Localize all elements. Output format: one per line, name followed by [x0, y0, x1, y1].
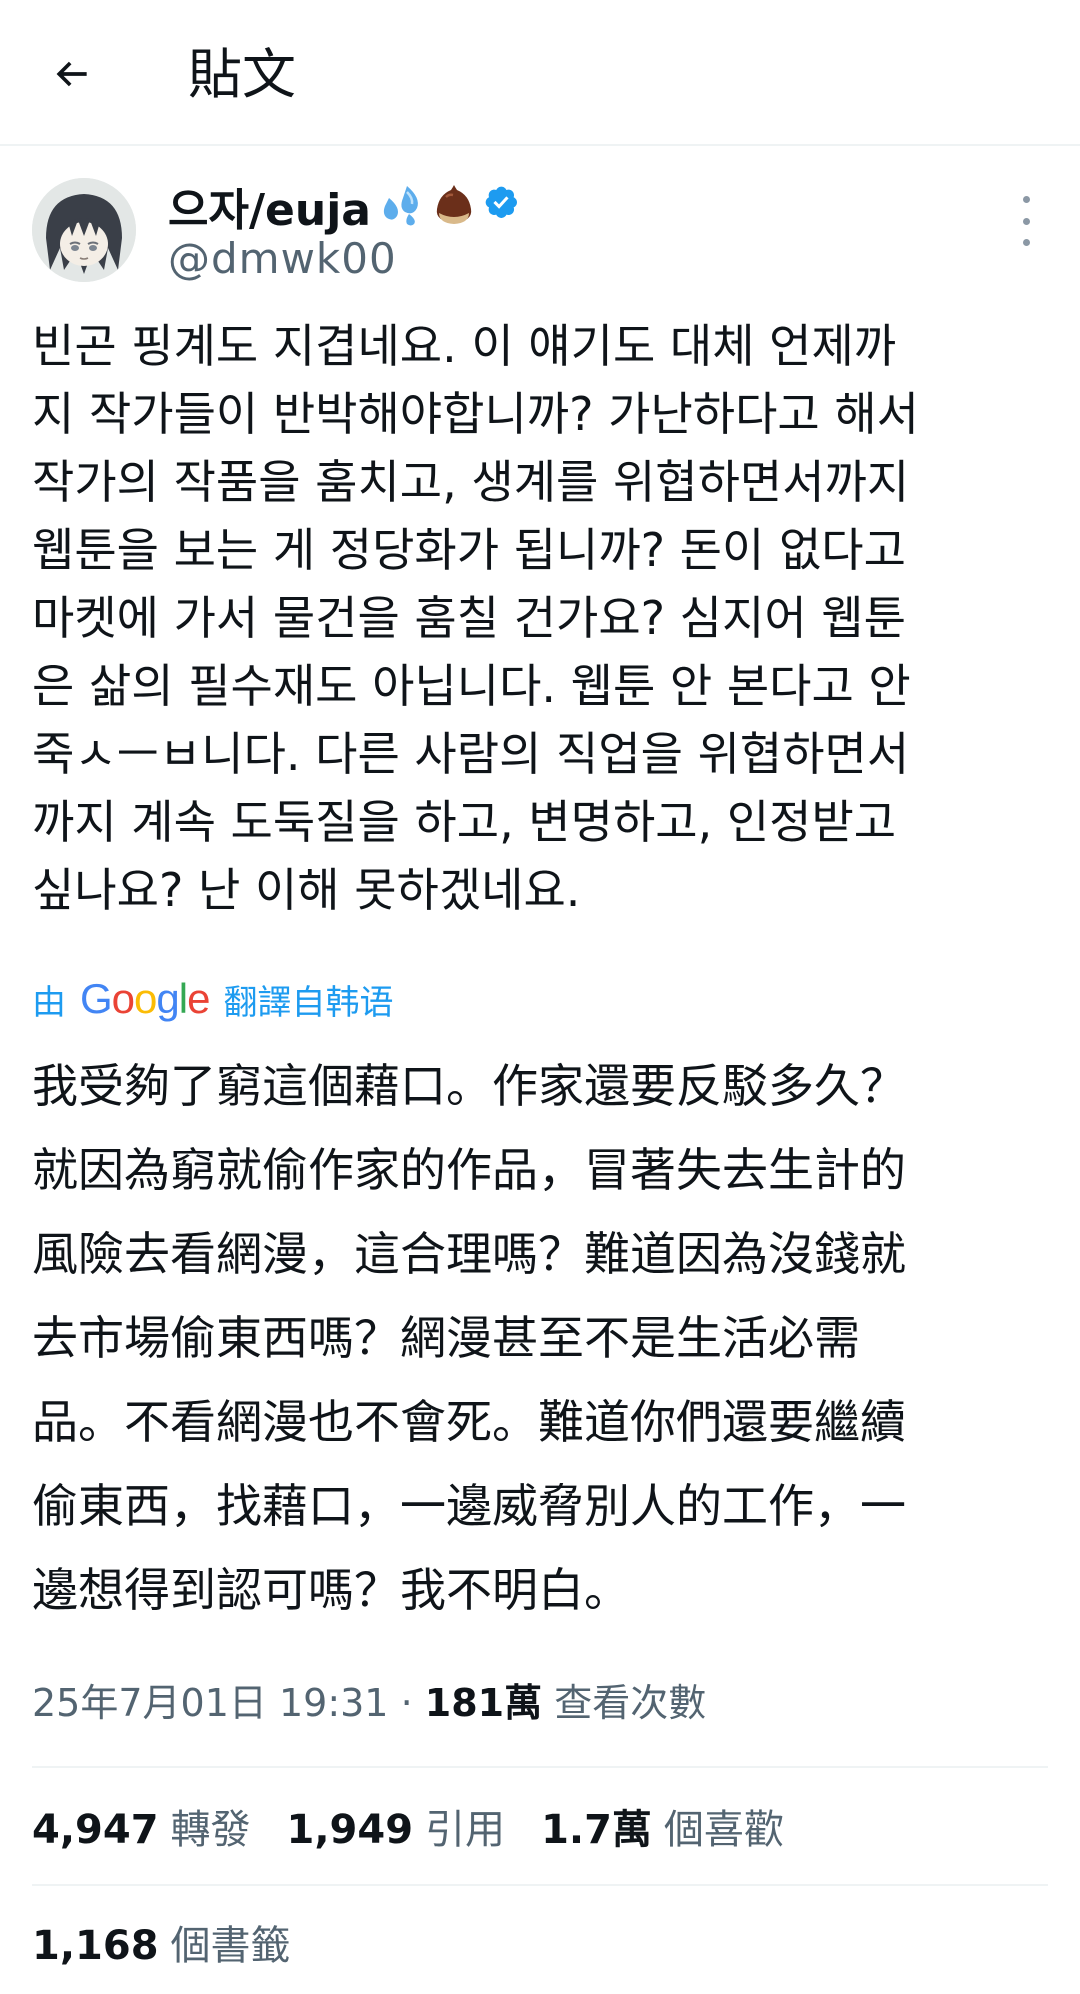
- more-dot: [1022, 239, 1030, 246]
- views-count: 181萬: [424, 1681, 543, 1725]
- sweat-droplets-emoji: [377, 182, 425, 230]
- engagement-stats: 4,947 轉發 1,949 引用 1.7萬 個喜歡: [32, 1796, 820, 1856]
- author-handle[interactable]: @dmwk00: [168, 234, 397, 283]
- bookmarks-label: 個書籤: [170, 1923, 291, 1969]
- likes-count: 1.7萬: [541, 1807, 652, 1853]
- likes-stat[interactable]: 1.7萬 個喜歡: [541, 1797, 784, 1855]
- tweet-meta: 25年7月01日 19:31 · 181萬 查看次數: [32, 1672, 706, 1727]
- retweets-label: 轉發: [170, 1807, 251, 1853]
- quotes-stat[interactable]: 1,949 引用: [287, 1797, 506, 1855]
- avatar-illustration: [32, 178, 136, 282]
- more-options-button[interactable]: [1008, 196, 1044, 246]
- top-bar: 貼文: [0, 0, 1080, 146]
- translation-source-label[interactable]: 翻譯自韩语: [223, 975, 393, 1024]
- bookmarks-stat[interactable]: 1,168 個書籤: [32, 1913, 291, 1971]
- bookmarks-count: 1,168: [32, 1923, 159, 1969]
- page-title: 貼文: [188, 43, 296, 106]
- retweets-count: 4,947: [32, 1807, 159, 1853]
- tweet-original-text: 빈곤 핑계도 지겹네요. 이 얘기도 대체 언제까 지 작가들이 반박해야합니까…: [32, 319, 919, 917]
- views-label: 查看次數: [554, 1681, 707, 1725]
- tweet-timestamp[interactable]: 25年7月01日 19:31: [32, 1681, 388, 1725]
- more-dot: [1022, 217, 1030, 225]
- bookmarks-stat-row: 1,168 個書籤: [32, 1912, 327, 1972]
- verified-badge-icon[interactable]: [483, 184, 523, 228]
- divider: [32, 1884, 1048, 1886]
- back-button[interactable]: [40, 42, 104, 106]
- meta-separator: ·: [400, 1681, 413, 1725]
- avatar[interactable]: [32, 178, 136, 282]
- tweet-translated-text: 我受夠了窮這個藉口。作家還要反駁多久？ 就因為窮就偷作家的作品，冒著失去生計的 …: [32, 1059, 906, 1617]
- author-display-name[interactable]: 으자/euja: [168, 174, 371, 238]
- likes-label: 個喜歡: [663, 1807, 784, 1853]
- google-logo: Google: [80, 975, 210, 1022]
- quotes-count: 1,949: [286, 1807, 414, 1853]
- translation-by-label: 由: [32, 982, 66, 1023]
- divider: [32, 1766, 1048, 1768]
- quotes-label: 引用: [425, 1807, 506, 1853]
- retweets-stat[interactable]: 4,947 轉發: [32, 1797, 251, 1855]
- more-vertical-icon: [1022, 196, 1030, 203]
- chestnut-emoji: [431, 181, 477, 231]
- author-name-row[interactable]: 으자/euja: [168, 176, 523, 236]
- arrow-left-icon: [56, 61, 87, 87]
- translation-attribution[interactable]: 由 Google 翻譯自韩语: [32, 972, 393, 1026]
